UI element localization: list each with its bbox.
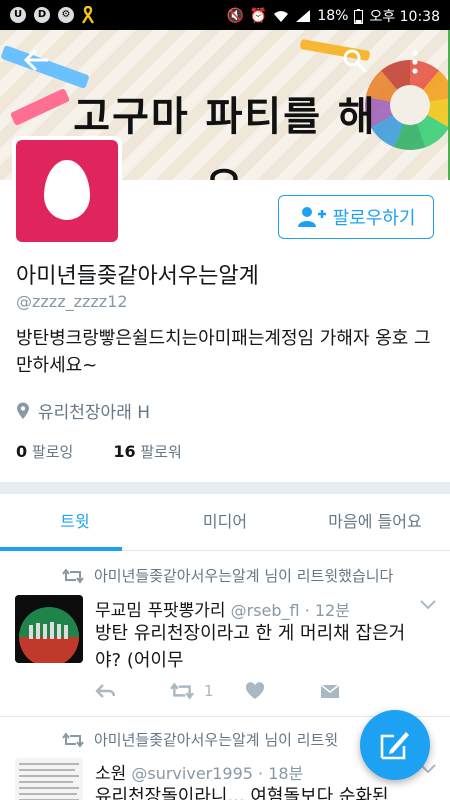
retweet-context: 아미년들좆같아서우는알계 님이 리트윗	[62, 729, 338, 750]
alarm-icon: ⏰	[249, 8, 268, 24]
location-pin-icon	[17, 402, 29, 419]
tweet-header: 소원 @surviver1995 · 18분	[95, 759, 303, 784]
retweet-icon	[62, 731, 84, 748]
retweet-button[interactable]: 1	[170, 682, 245, 700]
retweet-count: 1	[204, 682, 214, 700]
retweet-context-text: 아미년들좆같아서우는알계 님이 리트윗	[94, 731, 339, 749]
section-divider	[0, 482, 450, 494]
followers-count: 16	[113, 442, 136, 461]
add-user-icon	[297, 207, 326, 227]
search-icon	[343, 49, 367, 73]
document-thumbnail-image	[15, 758, 83, 800]
reply-icon	[95, 684, 115, 698]
compose-icon	[380, 732, 409, 760]
tweet-author-name[interactable]: 소원	[95, 764, 126, 784]
more-vertical-icon	[412, 50, 418, 74]
profile-name: 아미년들좆같아서우는알계	[16, 264, 259, 289]
tab-tweets[interactable]: 트윗	[0, 494, 150, 550]
retweet-icon	[170, 682, 194, 700]
wifi-icon	[274, 11, 289, 22]
tweet-actions: 1	[95, 682, 395, 700]
tweet-avatar[interactable]	[15, 758, 83, 800]
more-options-button[interactable]	[410, 48, 430, 80]
back-arrow-icon	[23, 49, 49, 71]
album-cover-image	[15, 595, 83, 663]
signal-icon	[296, 10, 311, 22]
profile-tabs: 트윗 미디어 마음에 들어요	[0, 494, 450, 551]
gear-icon: ⚙	[58, 7, 74, 23]
tweet-header: 무교밈 푸팟뽕가리 @rseb_fl · 12분	[95, 596, 350, 621]
heart-icon	[245, 682, 265, 699]
following-count: 0	[16, 442, 28, 461]
profile-avatar[interactable]	[12, 136, 122, 246]
tab-media[interactable]: 미디어	[150, 494, 300, 550]
clock: 오후 10:38	[369, 9, 440, 25]
tweet-author-handle: @surviver1995 · 18분	[131, 764, 304, 783]
tab-likes[interactable]: 마음에 들어요	[300, 494, 450, 550]
yellow-ribbon-icon	[82, 6, 94, 24]
following-label: 팔로잉	[31, 443, 74, 461]
follow-button[interactable]: 팔로우하기	[278, 195, 434, 239]
profile-handle: @zzzz_zzzz12	[16, 292, 128, 311]
direct-message-button[interactable]	[320, 683, 395, 699]
active-tab-indicator	[0, 547, 122, 551]
retweet-icon	[62, 567, 84, 584]
following-stat[interactable]: 0 팔로잉	[16, 441, 73, 462]
mute-icon: 🔇	[226, 8, 244, 24]
search-button[interactable]	[342, 48, 374, 80]
follow-button-label: 팔로우하기	[332, 208, 416, 229]
back-button[interactable]	[18, 46, 54, 82]
tweet-text: 방탄 유리천장이라고 한 게 머리채 잡은거야? (어이무	[95, 623, 406, 671]
tweet-author-name[interactable]: 무교밈 푸팟뽕가리	[95, 601, 226, 621]
chevron-down-icon[interactable]	[420, 600, 436, 610]
location-text: 유리천장아래 H	[38, 403, 151, 423]
battery-icon	[354, 8, 364, 24]
profile-bio: 방탄병크랑빻은쉴드치는아미패는계정임 가해자 옹호 그만하세요~	[16, 328, 431, 376]
d-icon: D	[34, 7, 50, 23]
followers-stat[interactable]: 16 팔로워	[113, 441, 181, 462]
battery-level: 18%	[317, 8, 349, 24]
tweet-avatar[interactable]	[15, 595, 83, 663]
retweet-context-text: 아미년들좆같아서우는알계 님이 리트윗했습니다	[94, 567, 394, 585]
like-button[interactable]	[245, 682, 320, 700]
tweet-author-handle: @rseb_fl · 12분	[230, 601, 350, 620]
status-bar: U D ⚙ 🔇 ⏰ 18% 오후 10:38	[0, 0, 450, 30]
u-icon: U	[10, 7, 26, 23]
egg-avatar-icon	[44, 160, 90, 220]
profile-stats: 0 팔로잉 16 팔로워	[16, 441, 182, 462]
followers-label: 팔로워	[140, 443, 182, 461]
envelope-icon	[320, 684, 340, 698]
retweet-context: 아미년들좆같아서우는알계 님이 리트윗했습니다	[62, 565, 393, 586]
reply-button[interactable]	[95, 683, 170, 699]
tweet-text: 유리천장돌이라니... 여혐돌보다 순화된	[95, 786, 389, 800]
compose-tweet-button[interactable]	[360, 710, 430, 780]
profile-location: 유리천장아래 H	[16, 398, 150, 423]
